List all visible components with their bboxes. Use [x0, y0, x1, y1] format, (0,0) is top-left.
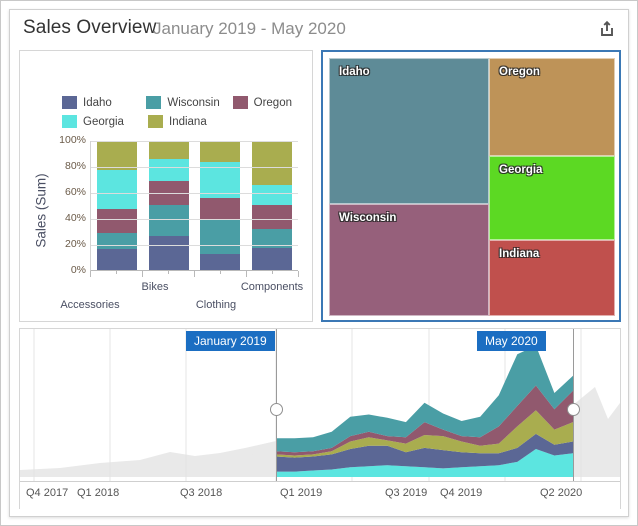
legend-label-idaho: Idaho	[83, 97, 112, 109]
gridline	[91, 141, 298, 142]
treemap-tile-label: Indiana	[499, 248, 539, 260]
bar-column[interactable]	[97, 141, 137, 270]
card-header: Sales Overview January 2019 - May 2020	[10, 10, 628, 48]
gridline	[91, 193, 298, 194]
y-axis-ticks: 100%80%60%40%20%0%	[42, 141, 86, 271]
legend-label-oregon: Oregon	[254, 97, 292, 109]
y-axis-tick-label: 40%	[44, 212, 86, 224]
timeline-axis-tick-label: Q3 2018	[180, 487, 222, 499]
bar-segment[interactable]	[200, 141, 240, 162]
x-axis-category-label: Clothing	[182, 299, 250, 311]
treemap-container: Idaho Wisconsin Oregon Georgia Indiana	[329, 58, 615, 316]
legend-row: Idaho Wisconsin Oregon	[62, 93, 302, 112]
bar-segment[interactable]	[200, 254, 240, 270]
bar-column[interactable]	[149, 141, 189, 270]
legend-swatch-wisconsin	[146, 96, 161, 109]
bar-segment[interactable]	[200, 198, 240, 220]
treemap-panel[interactable]: Idaho Wisconsin Oregon Georgia Indiana	[321, 50, 621, 322]
bar-segment[interactable]	[97, 233, 137, 249]
x-axis-labels: Accessories Bikes Clothing Components	[20, 277, 314, 319]
bar-segment[interactable]	[149, 141, 189, 159]
y-axis-tick-label: 60%	[44, 186, 86, 198]
legend-item-wisconsin[interactable]: Wisconsin	[146, 96, 222, 109]
treemap-tile-label: Georgia	[499, 164, 542, 176]
legend-item-georgia[interactable]: Georgia	[62, 115, 138, 128]
legend-row: Georgia Indiana	[62, 112, 302, 131]
timeline-axis-tick-label: Q2 2020	[540, 487, 582, 499]
treemap-tile-wisconsin[interactable]: Wisconsin	[329, 204, 489, 316]
legend-swatch-oregon	[233, 96, 248, 109]
bar-segment[interactable]	[149, 159, 189, 181]
treemap-tile-label: Wisconsin	[339, 212, 396, 224]
timeline-start-label: January 2019	[186, 331, 275, 351]
timeline-start-handle[interactable]	[270, 403, 283, 416]
legend-label-georgia: Georgia	[83, 116, 124, 128]
x-axis-category-label: Components	[238, 281, 306, 293]
legend-label-indiana: Indiana	[169, 116, 207, 128]
legend-item-oregon[interactable]: Oregon	[233, 96, 292, 109]
page-title: Sales Overview	[23, 17, 156, 39]
bar-segment[interactable]	[97, 209, 137, 232]
timeline-axis: Q4 2017 Q1 2018 Q3 2018 Q1 2019 Q3 2019 Q4 20…	[20, 481, 620, 509]
timeline-panel[interactable]: January 2019 May 2020 Q4 2017 Q1 2018 Q3 20…	[19, 328, 621, 509]
treemap-tile-oregon[interactable]: Oregon	[489, 58, 615, 156]
x-axis-tick	[116, 271, 117, 274]
gridline	[91, 167, 298, 168]
gridline	[91, 219, 298, 220]
timeline-axis-tick-label: Q4 2017	[26, 487, 68, 499]
bar-plot-grid	[90, 141, 298, 271]
timeline-plot[interactable]: January 2019 May 2020	[20, 329, 620, 481]
legend-swatch-georgia	[62, 115, 77, 128]
bar-column[interactable]	[200, 141, 240, 270]
legend-swatch-indiana	[148, 115, 163, 128]
stacked-bar-panel[interactable]: Idaho Wisconsin Oregon Georgia	[19, 50, 313, 322]
bar-segment[interactable]	[252, 141, 292, 185]
legend-item-idaho[interactable]: Idaho	[62, 96, 136, 109]
x-axis-category-label: Accessories	[56, 299, 124, 311]
y-axis-tick-label: 0%	[44, 264, 86, 276]
timeline-axis-tick-label: Q1 2019	[280, 487, 322, 499]
export-share-icon[interactable]	[594, 16, 620, 42]
bar-segment[interactable]	[97, 141, 137, 170]
treemap-tile-label: Oregon	[499, 66, 540, 78]
bar-plot-area: Sales (Sum) 100%80%60%40%20%0% Accessori…	[20, 141, 314, 323]
bar-column[interactable]	[252, 141, 292, 270]
treemap-tile-idaho[interactable]: Idaho	[329, 58, 489, 204]
treemap-tile-indiana[interactable]: Indiana	[489, 240, 615, 316]
bar-segment[interactable]	[200, 220, 240, 254]
bar-segment[interactable]	[149, 236, 189, 270]
timeline-end-label: May 2020	[477, 331, 546, 351]
x-axis-tick	[220, 271, 221, 274]
legend-label-wisconsin: Wisconsin	[167, 97, 219, 109]
timeline-axis-tick-label: Q3 2019	[385, 487, 427, 499]
x-axis-category-label: Bikes	[121, 281, 189, 293]
timeline-end-handle[interactable]	[567, 403, 580, 416]
screenshot-root: Sales Overview January 2019 - May 2020 I…	[0, 0, 638, 526]
gridline	[91, 245, 298, 246]
timeline-axis-tick-label: Q1 2018	[77, 487, 119, 499]
date-range-label: January 2019 - May 2020	[153, 19, 346, 39]
timeline-axis-tick-label: Q4 2019	[440, 487, 482, 499]
dashboard-card: Sales Overview January 2019 - May 2020 I…	[9, 9, 629, 517]
bar-series-container	[91, 141, 298, 270]
y-axis-tick-label: 80%	[44, 160, 86, 172]
bar-chart-legend: Idaho Wisconsin Oregon Georgia	[62, 93, 302, 131]
bar-segment[interactable]	[252, 185, 292, 205]
treemap-tile-label: Idaho	[339, 66, 370, 78]
bar-segment[interactable]	[97, 249, 137, 270]
bar-segment[interactable]	[97, 170, 137, 209]
bar-segment[interactable]	[252, 248, 292, 270]
x-axis-tick	[168, 271, 169, 274]
bar-segment[interactable]	[149, 205, 189, 236]
legend-swatch-idaho	[62, 96, 77, 109]
legend-item-indiana[interactable]: Indiana	[148, 115, 226, 128]
treemap-tile-georgia[interactable]: Georgia	[489, 156, 615, 240]
y-axis-tick-label: 100%	[44, 134, 86, 146]
timeline-area-svg	[20, 329, 620, 481]
y-axis-tick-label: 20%	[44, 238, 86, 250]
x-axis-tick	[272, 271, 273, 274]
bar-segment[interactable]	[252, 205, 292, 230]
